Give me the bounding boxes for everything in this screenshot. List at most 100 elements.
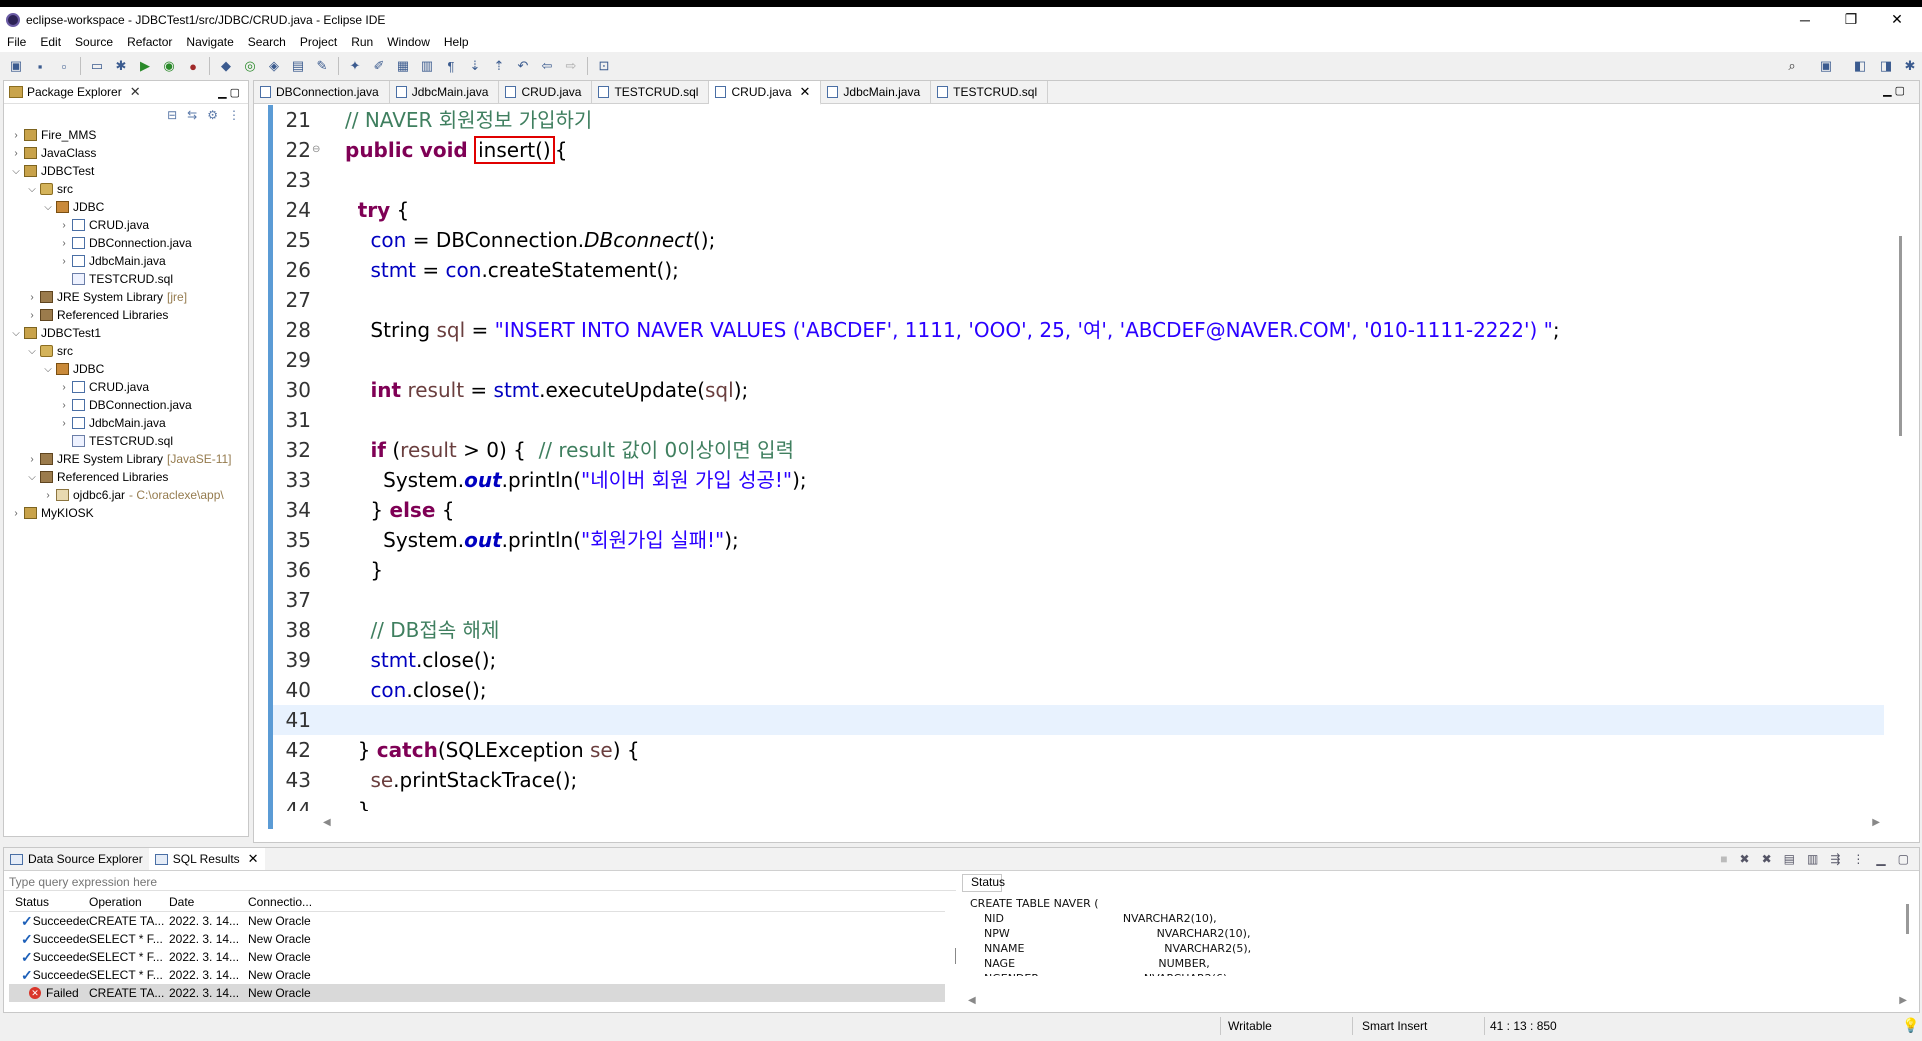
external-tools-icon[interactable]: ●	[185, 58, 201, 74]
scroll-right-icon[interactable]: ▶	[1899, 995, 1907, 1006]
view-menu-icon[interactable]: ⋮	[228, 108, 240, 122]
minimize-view-icon[interactable]: ▁ ▢	[218, 86, 240, 99]
menu-project[interactable]: Project	[293, 35, 344, 49]
package-explorer-tab[interactable]: Package Explorer ✕ ▁ ▢	[4, 81, 248, 104]
editor-tab[interactable]: TESTCRUD.sql	[592, 81, 710, 103]
code-line[interactable]: 26 stmt = con.createStatement();	[273, 255, 1884, 285]
status-tab[interactable]: Status	[962, 874, 1005, 892]
minimize-button[interactable]: ─	[1782, 7, 1828, 32]
menu-edit[interactable]: Edit	[33, 35, 68, 49]
table-row[interactable]: ✓ Succeeded CREATE TA... 2022. 3. 14... New …	[9, 912, 945, 930]
debug-perspective-icon[interactable]: ✱	[1902, 58, 1918, 74]
prev-annotation-icon[interactable]: ⇡	[491, 58, 507, 74]
save-all-icon[interactable]: ▫	[56, 58, 72, 74]
menu-refactor[interactable]: Refactor	[120, 35, 179, 49]
tree-item[interactable]: › Referenced Libraries	[4, 306, 248, 324]
fold-toggle-icon[interactable]: ⊖	[312, 135, 320, 165]
code-line[interactable]: 28 String sql = "INSERT INTO NAVER VALUE…	[273, 315, 1884, 345]
table-row[interactable]: ✓ Succeeded SELECT * F... 2022. 3. 14... New…	[9, 930, 945, 948]
editor-tab[interactable]: TESTCRUD.sql	[931, 81, 1049, 103]
chevron-right-icon[interactable]: ›	[10, 508, 22, 519]
pin-editor-icon[interactable]: ⊡	[596, 58, 612, 74]
tree-item[interactable]: › ojdbc6.jar - C:\oraclexe\app\	[4, 486, 248, 504]
tree-item[interactable]: TESTCRUD.sql	[4, 270, 248, 288]
code-line[interactable]: 25 con = DBConnection.DBconnect();	[273, 225, 1884, 255]
sash[interactable]	[955, 948, 956, 964]
code-line[interactable]: 40 con.close();	[273, 675, 1884, 705]
tree-item[interactable]: › Fire_MMS	[4, 126, 248, 144]
search-icon[interactable]: ⌕	[1784, 58, 1800, 74]
scroll-left-icon[interactable]: ◀	[323, 817, 331, 828]
editor-tab[interactable]: CRUD.java	[499, 81, 593, 103]
scroll-left-icon[interactable]: ◀	[968, 995, 976, 1006]
editor-tab[interactable]: JdbcMain.java	[821, 81, 932, 103]
toggle-mark-icon[interactable]: ✐	[371, 58, 387, 74]
editor-tab[interactable]: CRUD.java ✕	[709, 81, 822, 105]
tree-item[interactable]: ⌵ Referenced Libraries	[4, 468, 248, 486]
table-row[interactable]: ✕ Failed CREATE TA... 2022. 3. 14... New Ora…	[9, 984, 945, 1002]
scroll-right-icon[interactable]: ▶	[1872, 817, 1880, 828]
layout-icon[interactable]: ▤	[1784, 852, 1795, 866]
chevron-right-icon[interactable]: ›	[42, 490, 54, 501]
code-editor[interactable]: 21 // NAVER 회원정보 가입하기 22 ⊖ public void inser…	[273, 105, 1884, 811]
annotation-icon[interactable]: ✦	[347, 58, 363, 74]
chevron-right-icon[interactable]: ›	[10, 148, 22, 159]
remove-icon[interactable]: ✖	[1740, 852, 1750, 866]
chevron-right-icon[interactable]: ›	[58, 382, 70, 393]
tree-item[interactable]: › DBConnection.java	[4, 396, 248, 414]
menu-help[interactable]: Help	[437, 35, 476, 49]
code-line[interactable]: 42 } catch(SQLException se) {	[273, 735, 1884, 765]
chevron-right-icon[interactable]: ›	[58, 400, 70, 411]
tree-item[interactable]: › CRUD.java	[4, 378, 248, 396]
editor-tab[interactable]: JdbcMain.java	[390, 81, 500, 103]
code-line[interactable]: 31	[273, 405, 1884, 435]
column-connection[interactable]: Connectio...	[248, 895, 328, 909]
chevron-right-icon[interactable]: ›	[58, 256, 70, 267]
table-row[interactable]: ✓ Succeeded SELECT * F... 2022. 3. 14... New…	[9, 948, 945, 966]
tree-item[interactable]: ⌵ JDBCTest	[4, 162, 248, 180]
tree-item[interactable]: › MyKIOSK	[4, 504, 248, 522]
code-line[interactable]: 33 System.out.println("네이버 회원 가입 성공!");	[273, 465, 1884, 495]
column-status[interactable]: Status	[9, 895, 89, 909]
java-ee-perspective-icon[interactable]: ◧	[1852, 58, 1868, 74]
search-tool-icon[interactable]: ✎	[314, 58, 330, 74]
filter-results-icon[interactable]: ⇶	[1830, 852, 1840, 866]
chevron-down-icon[interactable]: ⌵	[10, 166, 22, 177]
code-line[interactable]: 37	[273, 585, 1884, 615]
horizontal-scrollbar[interactable]: ◀ ▶	[273, 817, 1884, 831]
tree-item[interactable]: › JdbcMain.java	[4, 414, 248, 432]
code-line[interactable]: 30 int result = stmt.executeUpdate(sql);	[273, 375, 1884, 405]
close-button[interactable]: ✕	[1874, 7, 1920, 32]
code-line[interactable]: 41	[273, 705, 1884, 735]
debug-icon[interactable]: ✱	[113, 58, 129, 74]
remove-all-icon[interactable]: ✖	[1762, 852, 1772, 866]
link-with-editor-icon[interactable]: ⇆	[187, 108, 197, 122]
chevron-down-icon[interactable]: ⌵	[26, 346, 38, 357]
maximize-view-icon[interactable]: ▢	[1898, 852, 1909, 866]
tree-item[interactable]: › JRE System Library [jre]	[4, 288, 248, 306]
tree-item[interactable]: ⌵ JDBC	[4, 198, 248, 216]
export-icon[interactable]: ▥	[1807, 852, 1818, 866]
last-edit-icon[interactable]: ↶	[515, 58, 531, 74]
close-icon[interactable]: ✕	[248, 851, 259, 867]
chevron-down-icon[interactable]: ⌵	[42, 202, 54, 213]
run-icon[interactable]: ▶	[137, 58, 153, 74]
chevron-right-icon[interactable]: ›	[26, 292, 38, 303]
column-date[interactable]: Date	[169, 895, 248, 909]
tree-item[interactable]: › DBConnection.java	[4, 234, 248, 252]
coverage-icon[interactable]: ◉	[161, 58, 177, 74]
back-icon[interactable]: ⇦	[539, 58, 555, 74]
chevron-right-icon[interactable]: ›	[58, 220, 70, 231]
java-perspective-icon[interactable]: ◨	[1878, 58, 1894, 74]
menu-window[interactable]: Window	[380, 35, 437, 49]
block-selection-icon[interactable]: ▦	[395, 58, 411, 74]
code-line[interactable]: 38 // DB접속 해제	[273, 615, 1884, 645]
open-type-icon[interactable]: ◈	[266, 58, 282, 74]
editor-minmax-icon[interactable]: ▁ ▢	[1883, 84, 1905, 97]
chevron-right-icon[interactable]: ›	[10, 130, 22, 141]
minimize-view-icon[interactable]: ▁	[1876, 852, 1885, 866]
lightbulb-icon[interactable]: 💡	[1902, 1017, 1919, 1034]
open-folder-icon[interactable]: ▤	[290, 58, 306, 74]
code-line[interactable]: 29	[273, 345, 1884, 375]
menu-run[interactable]: Run	[344, 35, 380, 49]
